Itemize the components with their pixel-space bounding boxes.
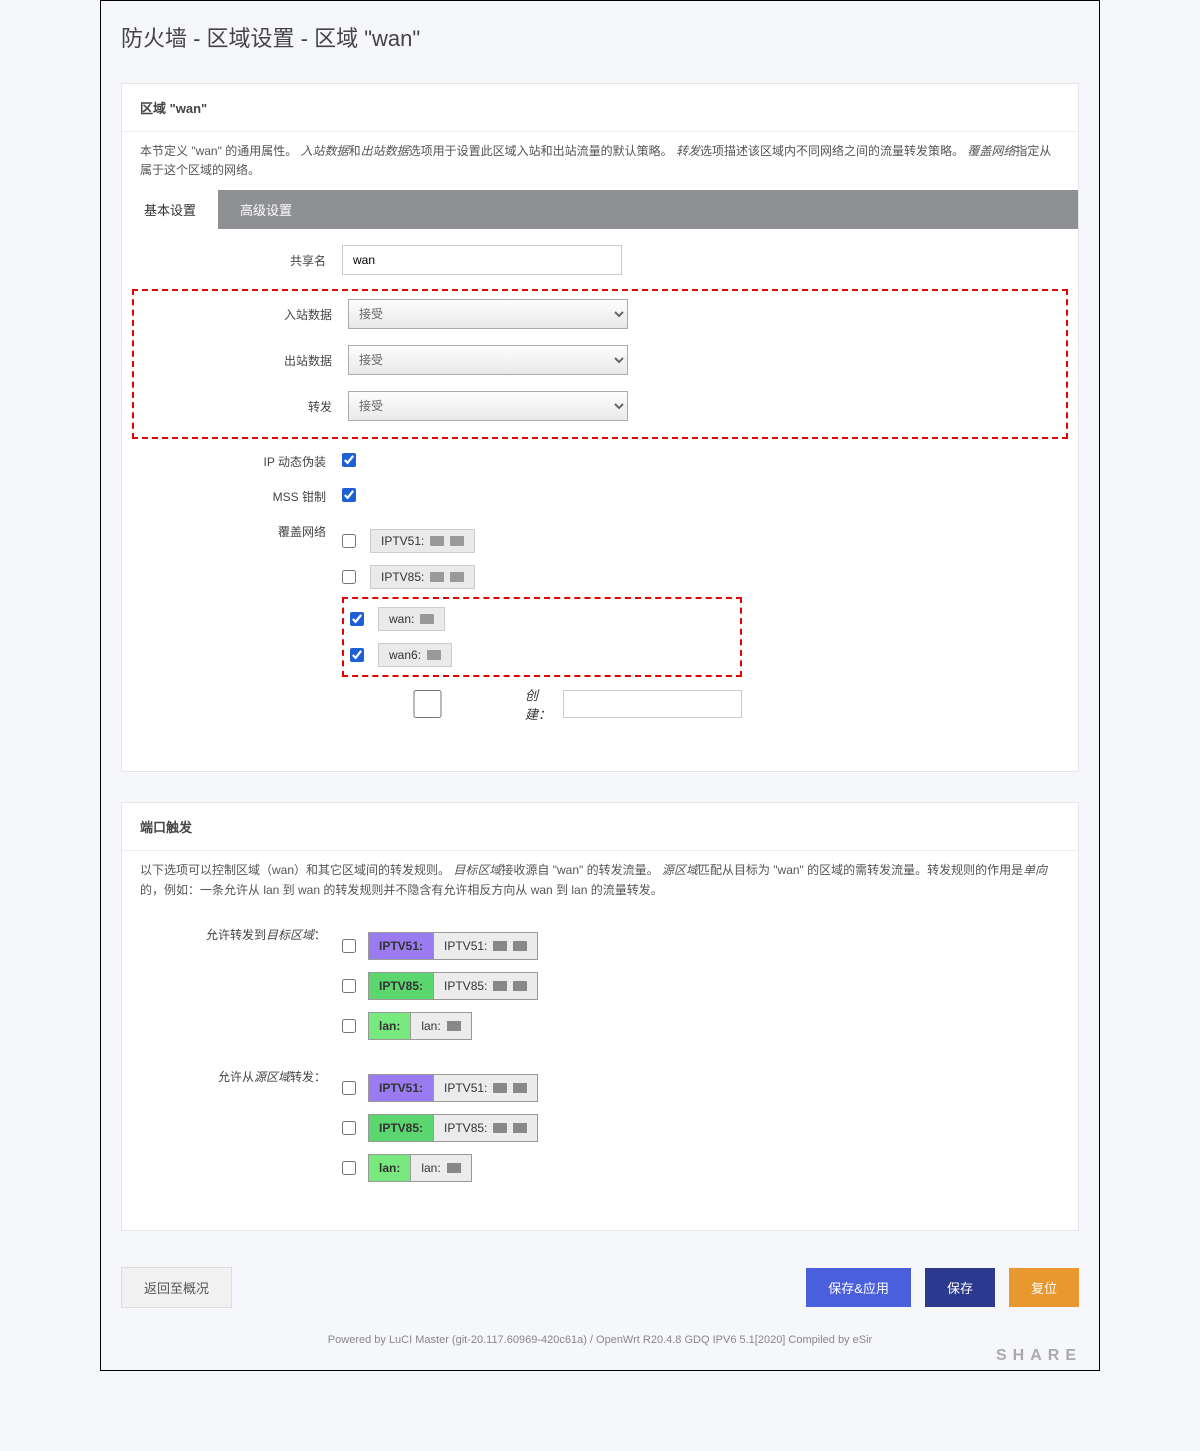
device-icon xyxy=(513,1083,527,1093)
tabs: 基本设置 高级设置 xyxy=(122,190,1078,229)
dest-iptv85-checkbox[interactable] xyxy=(342,979,356,993)
mss-checkbox[interactable] xyxy=(342,488,356,502)
src-iptv51-checkbox[interactable] xyxy=(342,1081,356,1095)
device-icon xyxy=(493,1083,507,1093)
zone-panel-description: 本节定义 "wan" 的通用属性。 入站数据和出站数据选项用于设置此区域入站和出… xyxy=(122,131,1078,190)
network-iptv51-tag: IPTV51: xyxy=(370,529,475,553)
network-wan-tag: wan: xyxy=(378,607,445,631)
src-zone-label: 允许从源区域转发： xyxy=(132,1068,342,1085)
network-wan-checkbox[interactable] xyxy=(350,612,364,626)
network-create-input[interactable] xyxy=(563,690,742,718)
dest-lan-badge: lan: lan: xyxy=(368,1012,472,1040)
network-highlight: wan: wan6: xyxy=(342,597,742,677)
src-iptv85-checkbox[interactable] xyxy=(342,1121,356,1135)
name-input[interactable] xyxy=(342,245,622,275)
network-iptv51-checkbox[interactable] xyxy=(342,534,356,548)
device-icon xyxy=(427,650,441,660)
device-icon xyxy=(513,981,527,991)
forward-policy-label: 转发 xyxy=(138,398,348,415)
masq-checkbox[interactable] xyxy=(342,453,356,467)
name-label: 共享名 xyxy=(132,252,342,269)
device-icon xyxy=(513,1123,527,1133)
save-apply-button[interactable]: 保存&应用 xyxy=(806,1268,911,1307)
footer: 返回至概况 保存&应用 保存 复位 xyxy=(121,1261,1079,1324)
device-icon xyxy=(430,536,444,546)
save-button[interactable]: 保存 xyxy=(925,1268,995,1307)
device-icon xyxy=(450,572,464,582)
input-policy-label: 入站数据 xyxy=(138,306,348,323)
tab-basic[interactable]: 基本设置 xyxy=(122,190,218,229)
port-trigger-title: 端口触发 xyxy=(122,803,1078,850)
dest-iptv51-badge: IPTV51: IPTV51: xyxy=(368,932,538,960)
device-icon xyxy=(430,572,444,582)
device-icon xyxy=(450,536,464,546)
device-icon xyxy=(447,1163,461,1173)
powered-by: Powered by LuCI Master (git-20.117.60969… xyxy=(121,1324,1079,1350)
src-iptv85-badge: IPTV85: IPTV85: xyxy=(368,1114,538,1142)
device-icon xyxy=(420,614,434,624)
network-wan6-tag: wan6: xyxy=(378,643,452,667)
input-policy-select[interactable]: 接受 xyxy=(348,299,628,329)
src-iptv51-badge: IPTV51: IPTV51: xyxy=(368,1074,538,1102)
src-lan-badge: lan: lan: xyxy=(368,1154,472,1182)
dest-iptv85-badge: IPTV85: IPTV85: xyxy=(368,972,538,1000)
device-icon xyxy=(493,981,507,991)
network-create-checkbox[interactable] xyxy=(342,690,513,718)
dest-lan-checkbox[interactable] xyxy=(342,1019,356,1033)
dest-zone-label: 允许转发到目标区域： xyxy=(132,926,342,943)
tab-advanced[interactable]: 高级设置 xyxy=(218,190,314,229)
policy-highlight: 入站数据 接受 出站数据 接受 转发 接 xyxy=(132,289,1068,439)
page-title: 防火墙 - 区域设置 - 区域 "wan" xyxy=(121,21,1079,53)
output-policy-label: 出站数据 xyxy=(138,352,348,369)
port-trigger-description: 以下选项可以控制区域（wan）和其它区域间的转发规则。 目标区域接收源自 "wa… xyxy=(122,850,1078,909)
device-icon xyxy=(513,941,527,951)
network-wan6-checkbox[interactable] xyxy=(350,648,364,662)
port-trigger-panel: 端口触发 以下选项可以控制区域（wan）和其它区域间的转发规则。 目标区域接收源… xyxy=(121,802,1079,1230)
zone-panel-title: 区域 "wan" xyxy=(122,84,1078,131)
watermark: SHARE xyxy=(996,1347,1082,1365)
device-icon xyxy=(493,941,507,951)
dest-iptv51-checkbox[interactable] xyxy=(342,939,356,953)
back-button[interactable]: 返回至概况 xyxy=(121,1267,232,1308)
create-label: 创建： xyxy=(525,685,551,723)
src-lan-checkbox[interactable] xyxy=(342,1161,356,1175)
network-iptv85-checkbox[interactable] xyxy=(342,570,356,584)
forward-policy-select[interactable]: 接受 xyxy=(348,391,628,421)
network-iptv85-tag: IPTV85: xyxy=(370,565,475,589)
device-icon xyxy=(447,1021,461,1031)
networks-label: 覆盖网络 xyxy=(132,523,342,540)
mss-label: MSS 钳制 xyxy=(132,488,342,505)
device-icon xyxy=(493,1123,507,1133)
output-policy-select[interactable]: 接受 xyxy=(348,345,628,375)
masq-label: IP 动态伪装 xyxy=(132,453,342,470)
reset-button[interactable]: 复位 xyxy=(1009,1268,1079,1307)
zone-panel: 区域 "wan" 本节定义 "wan" 的通用属性。 入站数据和出站数据选项用于… xyxy=(121,83,1079,772)
